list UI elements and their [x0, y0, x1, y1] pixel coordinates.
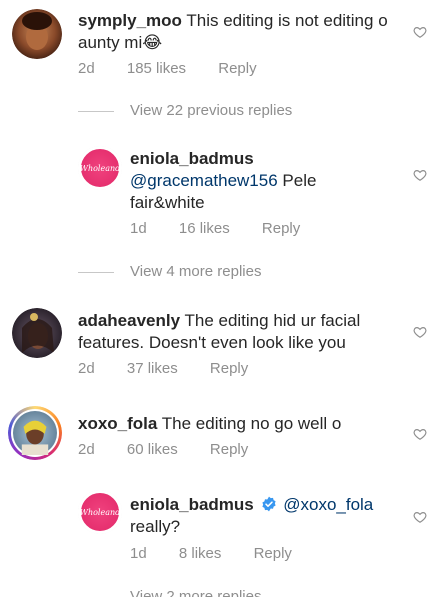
reply-button[interactable]: Reply — [210, 441, 248, 458]
avatar-logo: Wholeand — [78, 490, 122, 534]
comment-text: symply_moo This editing is not editing o… — [78, 10, 398, 54]
comment-likes[interactable]: 16 likes — [179, 220, 230, 237]
comment-likes[interactable]: 37 likes — [127, 360, 178, 377]
mention-link[interactable]: @gracemathew156 — [130, 171, 278, 190]
comment-username[interactable]: adaheavenly — [78, 311, 180, 330]
comment-time: 2d — [78, 60, 95, 77]
comment-username[interactable]: eniola_badmus — [130, 149, 254, 168]
comment-meta: 2d 60 likes Reply — [78, 441, 276, 458]
comment-xoxo-fola: xoxo_fola The editing no go well o 2d 60… — [0, 402, 447, 482]
comment-meta: 2d 37 likes Reply — [78, 360, 276, 377]
divider-line — [78, 271, 114, 273]
comment-username[interactable]: symply_moo — [78, 11, 182, 30]
heart-icon[interactable] — [413, 168, 427, 182]
avatar-image — [13, 411, 57, 457]
comment-username[interactable]: xoxo_fola — [78, 414, 157, 433]
view-previous-label: View 22 previous replies — [130, 102, 293, 119]
view-more-label: View 4 more replies — [130, 263, 262, 280]
heart-icon[interactable] — [413, 510, 427, 524]
reply-button[interactable]: Reply — [218, 60, 256, 77]
reply-button[interactable]: Reply — [254, 545, 292, 562]
reply-eniola-badmus-1: Wholeand eniola_badmus @gracemathew156 P… — [0, 140, 447, 250]
avatar-image — [12, 308, 62, 358]
comment-time: 1d — [130, 545, 147, 562]
view-more-replies[interactable]: View 4 more replies — [78, 263, 261, 280]
comment-likes[interactable]: 8 likes — [179, 545, 222, 562]
comment-meta: 1d 16 likes Reply — [130, 220, 328, 237]
comment-message: The editing no go well o — [161, 414, 342, 433]
comment-text: xoxo_fola The editing no go well o — [78, 413, 398, 435]
heart-icon[interactable] — [413, 325, 427, 339]
story-ring — [8, 406, 62, 460]
verified-badge-icon — [261, 496, 276, 512]
avatar-logo: Wholeand — [78, 146, 122, 190]
reply-button[interactable]: Reply — [262, 220, 300, 237]
avatar[interactable] — [12, 9, 62, 59]
view-more-replies-2[interactable]: View 2 more replies — [78, 588, 261, 597]
reply-button[interactable]: Reply — [210, 360, 248, 377]
comment-text: adaheavenly The editing hid ur facial fe… — [78, 310, 398, 354]
comment-text: eniola_badmus @xoxo_fola really? — [130, 494, 420, 538]
avatar[interactable]: Wholeand — [78, 146, 122, 190]
avatar[interactable]: Wholeand — [78, 490, 122, 534]
avatar[interactable] — [8, 406, 62, 460]
comment-time: 1d — [130, 220, 147, 237]
comment-meta: 2d 185 likes Reply — [78, 60, 285, 77]
view-previous-replies[interactable]: View 22 previous replies — [78, 102, 292, 119]
comment-message: really? — [130, 517, 181, 536]
comment-meta: 1d 8 likes Reply — [130, 545, 320, 562]
comment-likes[interactable]: 60 likes — [127, 441, 178, 458]
comment-text: eniola_badmus @gracemathew156 Pele fair&… — [130, 148, 390, 214]
comment-username[interactable]: eniola_badmus — [130, 495, 254, 514]
heart-icon[interactable] — [413, 25, 427, 39]
comment-symply-moo: symply_moo This editing is not editing o… — [0, 0, 447, 100]
avatar[interactable] — [12, 308, 62, 358]
mention-link[interactable]: @xoxo_fola — [283, 495, 373, 514]
divider-line — [78, 110, 114, 112]
comment-time: 2d — [78, 441, 95, 458]
avatar-image — [12, 9, 62, 59]
comment-time: 2d — [78, 360, 95, 377]
view-more-label: View 2 more replies — [130, 588, 262, 597]
reply-eniola-badmus-2: Wholeand eniola_badmus @xoxo_fola really… — [0, 484, 447, 574]
comment-likes[interactable]: 185 likes — [127, 60, 186, 77]
heart-icon[interactable] — [413, 427, 427, 441]
comment-adaheavenly: adaheavenly The editing hid ur facial fe… — [0, 300, 447, 390]
